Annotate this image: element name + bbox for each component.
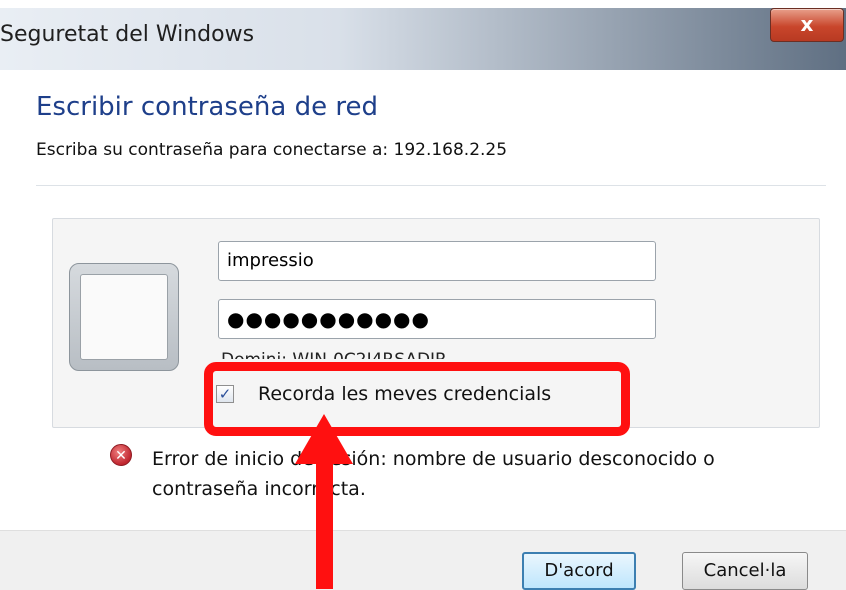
avatar-frame — [80, 274, 168, 360]
annotation-arrow-head-icon — [295, 414, 353, 464]
title-bar-top-strip — [0, 0, 846, 8]
dialog-subheading: Escriba su contraseña para conectarse a:… — [36, 140, 508, 160]
password-input[interactable]: ●●●●●●●●●●● — [218, 299, 656, 339]
title-bar: Seguretat del Windows x — [0, 0, 846, 70]
close-button[interactable]: x — [770, 8, 844, 42]
separator — [36, 185, 826, 186]
window-title: Seguretat del Windows — [0, 22, 255, 47]
annotation-arrow-shaft — [316, 448, 333, 589]
domain-label: Domini: WIN-0C2I4RSADIR — [221, 347, 661, 359]
error-x-icon: ✕ — [110, 444, 132, 466]
cancel-button[interactable]: Cancel·la — [682, 552, 808, 590]
ok-button[interactable]: D'acord — [522, 552, 636, 590]
error-message: Error de inicio de sesión: nombre de usu… — [152, 448, 715, 500]
user-avatar-icon — [69, 263, 179, 371]
dialog-heading: Escribir contraseña de red — [36, 92, 378, 122]
dialog-footer: D'acord Cancel·la — [0, 530, 846, 590]
domain-text: Domini: WIN-0C2I4RSADIR — [221, 350, 447, 359]
username-input[interactable]: impressio — [218, 241, 656, 281]
annotation-highlight-box — [204, 362, 630, 436]
